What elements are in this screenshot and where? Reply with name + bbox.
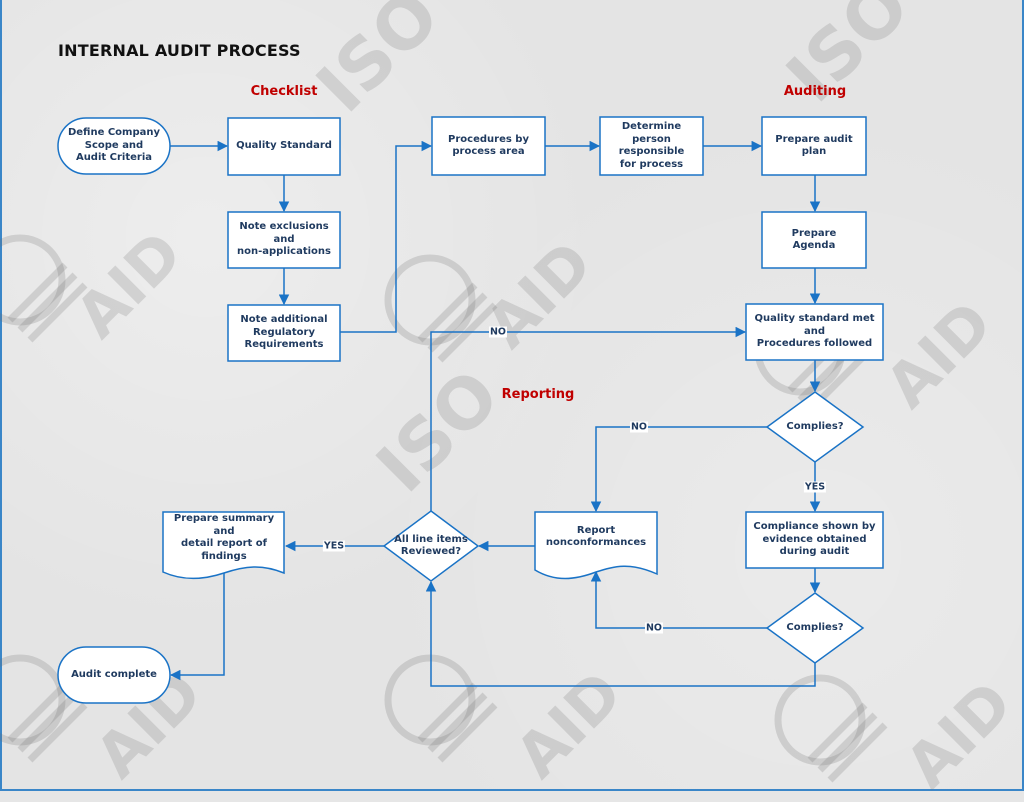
edge-label-reviewed-yes: YES	[322, 540, 346, 552]
node-note-exclusions[interactable]: Note exclusions and non-applications	[228, 212, 340, 268]
watermark-logo	[778, 678, 885, 780]
node-determine-person[interactable]: Determine person responsible for process	[600, 117, 703, 175]
edge-complies2-no	[590, 570, 767, 629]
edge-summary-to-complete	[169, 573, 225, 681]
node-compliance-evidence[interactable]: Compliance shown by evidence obtained du…	[746, 512, 883, 568]
edge-label-complies1-yes: YES	[803, 481, 827, 493]
node-complies-2[interactable]: Complies?	[767, 593, 863, 663]
watermark-logo	[388, 258, 495, 360]
edge-reviewed-no	[430, 326, 747, 511]
node-prepare-plan[interactable]: Prepare audit plan	[762, 117, 866, 175]
node-procedures[interactable]: Procedures by process area	[432, 117, 545, 175]
edge-label-reviewed-no: NO	[488, 326, 508, 338]
node-prepare-agenda[interactable]: Prepare Agenda	[762, 212, 866, 268]
node-define-scope[interactable]: Define Company Scope and Audit Criteria	[58, 118, 170, 174]
section-label-reporting: Reporting	[501, 387, 575, 402]
edge-complies2-to-reviewed	[425, 580, 816, 687]
node-quality-standard[interactable]: Quality Standard	[228, 118, 340, 175]
node-quality-met[interactable]: Quality standard met and Procedures foll…	[746, 304, 883, 360]
node-prepare-summary[interactable]: Prepare summary and detail report of fin…	[160, 512, 288, 564]
node-note-additional[interactable]: Note additional Regulatory Requirements	[228, 305, 340, 361]
watermark-logo	[0, 238, 85, 340]
node-complies-1[interactable]: Complies?	[767, 392, 863, 462]
node-report-nonconformances[interactable]: Report nonconformances	[535, 512, 657, 562]
edge-label-complies1-no: NO	[629, 421, 649, 433]
watermark-logo	[388, 658, 495, 760]
section-label-checklist: Checklist	[250, 84, 318, 99]
node-audit-complete[interactable]: Audit complete	[58, 647, 170, 703]
page-title: INTERNAL AUDIT PROCESS	[58, 41, 301, 60]
section-label-auditing: Auditing	[783, 84, 847, 99]
edge-complies1-no	[590, 426, 767, 513]
edge-label-complies2-no: NO	[644, 622, 664, 634]
node-all-reviewed[interactable]: All line items Reviewed?	[384, 511, 478, 581]
